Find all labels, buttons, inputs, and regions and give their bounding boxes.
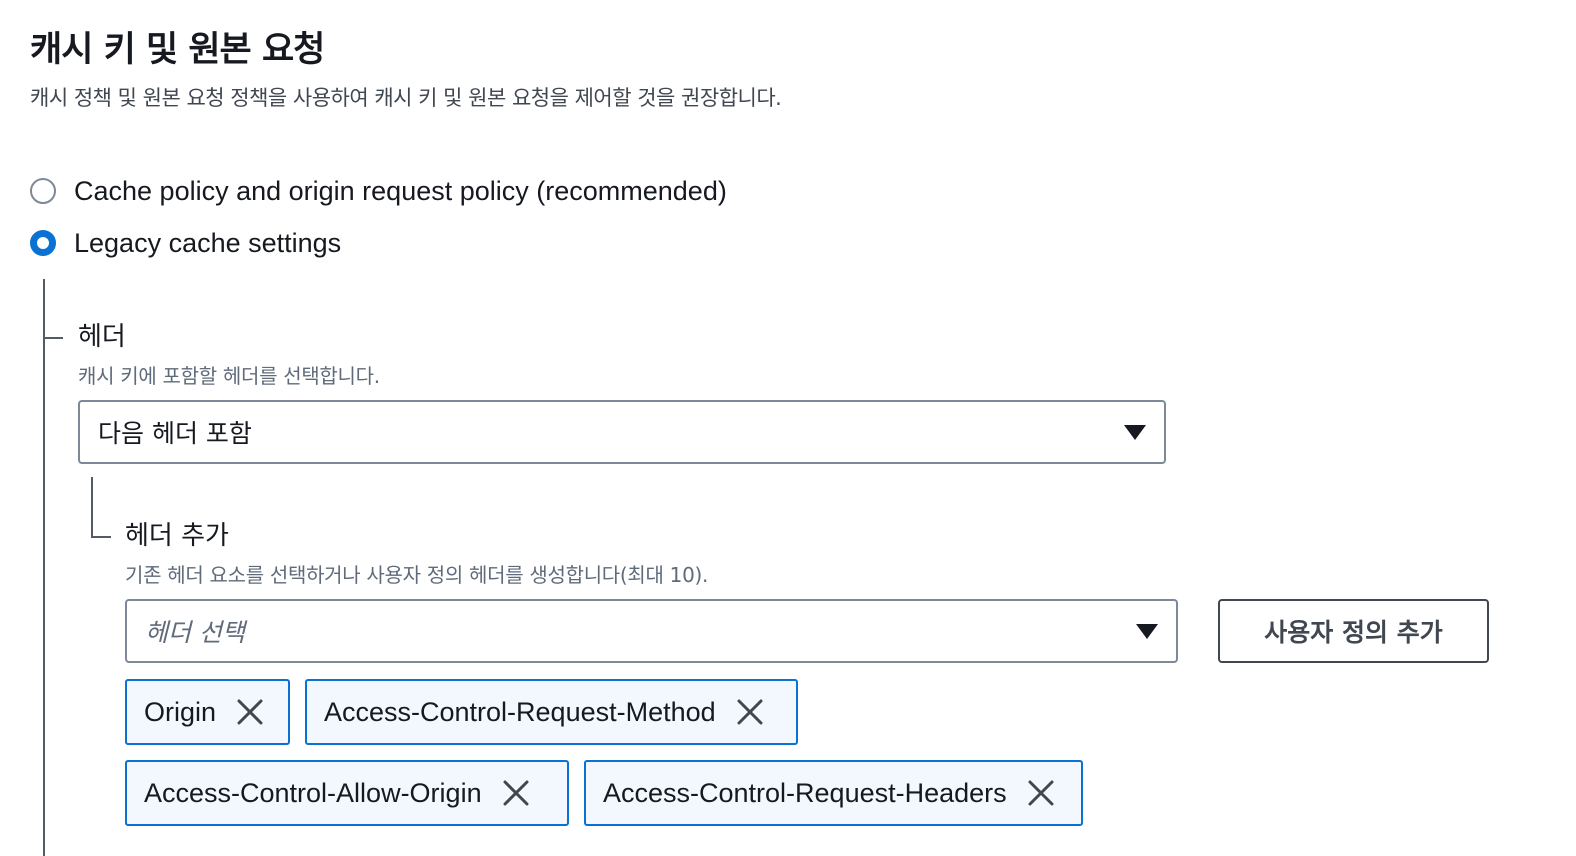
section-title: 캐시 키 및 원본 요청: [30, 30, 325, 70]
token-label: Origin: [144, 696, 217, 727]
token-access-control-request-headers: Access-Control-Request-Headers: [584, 760, 1083, 826]
token-label: Access-Control-Request-Method: [324, 696, 716, 727]
add-headers-label: 헤더 추가: [125, 521, 229, 551]
radio-checked-icon[interactable]: [30, 230, 56, 256]
close-icon[interactable]: [734, 696, 766, 728]
header-select-placeholder: 헤더 선택: [145, 618, 245, 647]
add-headers-description: 기존 헤더 요소를 선택하거나 사용자 정의 헤더를 생성합니다(최대 10).: [125, 563, 709, 587]
headers-branch-line: [43, 337, 63, 339]
token-label: Access-Control-Allow-Origin: [144, 777, 482, 808]
headers-select-value: 다음 헤더 포함: [98, 419, 252, 448]
radio-legacy-cache-settings[interactable]: Legacy cache settings: [30, 228, 341, 258]
headers-select[interactable]: 다음 헤더 포함: [78, 400, 1166, 464]
caret-down-icon[interactable]: [1136, 623, 1158, 639]
add-headers-branch-line: [91, 536, 111, 538]
radio-label-cache-policy: Cache policy and origin request policy (…: [74, 176, 727, 206]
header-select-input[interactable]: 헤더 선택: [125, 599, 1178, 663]
token-access-control-request-method: Access-Control-Request-Method: [305, 679, 798, 745]
close-icon[interactable]: [500, 777, 532, 809]
add-headers-tree-line: [91, 477, 93, 537]
close-icon[interactable]: [1025, 777, 1057, 809]
token-origin: Origin: [125, 679, 290, 745]
close-icon[interactable]: [234, 696, 266, 728]
caret-down-icon[interactable]: [1124, 424, 1146, 440]
radio-label-legacy: Legacy cache settings: [74, 228, 342, 258]
section-description: 캐시 정책 및 원본 요청 정책을 사용하여 캐시 키 및 원본 요청을 제어할…: [30, 86, 782, 110]
token-label: Access-Control-Request-Headers: [603, 777, 1007, 808]
token-access-control-allow-origin: Access-Control-Allow-Origin: [125, 760, 569, 826]
headers-label: 헤더: [78, 322, 126, 352]
radio-cache-policy[interactable]: Cache policy and origin request policy (…: [30, 176, 727, 206]
headers-description: 캐시 키에 포함할 헤더를 선택합니다.: [78, 364, 380, 388]
add-custom-header-button[interactable]: 사용자 정의 추가: [1218, 599, 1489, 663]
legacy-tree-line: [43, 279, 45, 856]
radio-unchecked-icon[interactable]: [30, 178, 56, 204]
